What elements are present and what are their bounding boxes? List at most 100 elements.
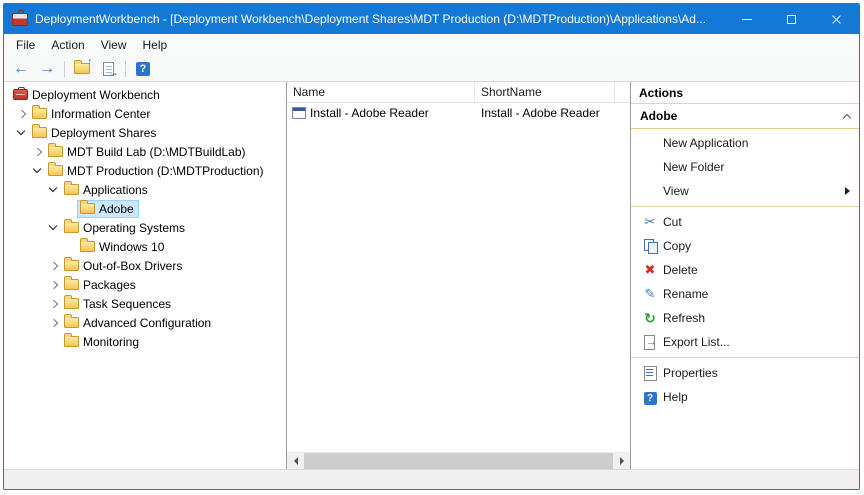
cut-icon bbox=[640, 214, 660, 230]
menu-item-view[interactable]: View bbox=[93, 34, 135, 56]
toolbar: ←→ bbox=[4, 56, 859, 82]
tree-expanded-arrow-icon[interactable] bbox=[14, 125, 29, 140]
horizontal-scrollbar[interactable] bbox=[287, 452, 630, 469]
tree-item-content: Packages bbox=[61, 276, 141, 294]
menu-item-file[interactable]: File bbox=[8, 34, 43, 56]
action-copy[interactable]: Copy bbox=[631, 234, 859, 258]
column-header-name[interactable]: Name bbox=[287, 82, 475, 102]
folder-icon bbox=[64, 317, 79, 328]
help-button[interactable] bbox=[131, 58, 155, 80]
tree-item-label: MDT Production (D:\MDTProduction) bbox=[67, 164, 264, 178]
tree-item-mdt-production-d-mdtproduction[interactable]: MDT Production (D:\MDTProduction) bbox=[4, 161, 286, 180]
help-icon bbox=[640, 389, 660, 405]
tree-item-operating-systems[interactable]: Operating Systems bbox=[4, 218, 286, 237]
tree-item-content: Task Sequences bbox=[61, 295, 176, 313]
action-item-label: Export List... bbox=[663, 335, 730, 349]
tree-indent-spacer bbox=[62, 201, 77, 216]
column-header-shortname[interactable]: ShortName bbox=[475, 82, 615, 102]
action-rename[interactable]: Rename bbox=[631, 282, 859, 306]
tree-item-label: Applications bbox=[83, 183, 148, 197]
action-item-label: New Application bbox=[663, 136, 748, 150]
tree-item-information-center[interactable]: Information Center bbox=[4, 104, 286, 123]
export-icon bbox=[640, 334, 660, 350]
tree-collapsed-arrow-icon[interactable] bbox=[46, 315, 61, 330]
action-view[interactable]: View bbox=[631, 179, 859, 203]
tree-collapsed-arrow-icon[interactable] bbox=[46, 296, 61, 311]
folder-icon bbox=[32, 127, 47, 138]
icon-spacer bbox=[640, 159, 660, 175]
tree-item-adobe[interactable]: Adobe bbox=[4, 199, 286, 218]
tree-item-content: Deployment Workbench bbox=[10, 86, 165, 104]
folder-icon bbox=[48, 165, 63, 176]
scroll-right-button[interactable] bbox=[613, 453, 630, 469]
collapse-chevron-icon[interactable] bbox=[843, 113, 851, 121]
action-new-folder[interactable]: New Folder bbox=[631, 155, 859, 179]
toolbar-separator bbox=[64, 61, 65, 77]
actions-separator bbox=[631, 357, 859, 358]
tree-expanded-arrow-icon[interactable] bbox=[46, 220, 61, 235]
list-row-install-adobe-reader[interactable]: Install - Adobe ReaderInstall - Adobe Re… bbox=[287, 103, 630, 122]
back-button[interactable]: ← bbox=[9, 58, 33, 80]
tree-item-content: Monitoring bbox=[61, 333, 144, 351]
action-properties[interactable]: Properties bbox=[631, 361, 859, 385]
list-body: Install - Adobe ReaderInstall - Adobe Re… bbox=[287, 103, 630, 452]
folder-icon bbox=[64, 336, 79, 347]
tree-item-content: Operating Systems bbox=[61, 219, 190, 237]
tree-item-windows-10[interactable]: Windows 10 bbox=[4, 237, 286, 256]
menu-item-action[interactable]: Action bbox=[43, 34, 92, 56]
properties-icon bbox=[640, 365, 660, 381]
action-help[interactable]: Help bbox=[631, 385, 859, 409]
tree-item-deployment-workbench[interactable]: Deployment Workbench bbox=[4, 85, 286, 104]
forward-button[interactable]: → bbox=[35, 58, 59, 80]
tree-item-label: Advanced Configuration bbox=[83, 316, 211, 330]
action-delete[interactable]: Delete bbox=[631, 258, 859, 282]
tree-item-label: Packages bbox=[83, 278, 136, 292]
tree-item-monitoring[interactable]: Monitoring bbox=[4, 332, 286, 351]
scroll-left-button[interactable] bbox=[287, 453, 304, 469]
tree-item-deployment-shares[interactable]: Deployment Shares bbox=[4, 123, 286, 142]
tree-collapsed-arrow-icon[interactable] bbox=[14, 106, 29, 121]
action-item-label: Copy bbox=[663, 239, 691, 253]
copy-icon bbox=[640, 238, 660, 254]
action-item-label: Delete bbox=[663, 263, 698, 277]
action-item-label: Cut bbox=[663, 215, 682, 229]
tree-indent-spacer bbox=[62, 239, 77, 254]
action-new-application[interactable]: New Application bbox=[631, 131, 859, 155]
up-one-level-icon bbox=[74, 63, 90, 74]
tree-item-packages[interactable]: Packages bbox=[4, 275, 286, 294]
tree-expanded-arrow-icon[interactable] bbox=[30, 163, 45, 178]
export-list-button[interactable] bbox=[96, 58, 120, 80]
titlebar[interactable]: DeploymentWorkbench - [Deployment Workbe… bbox=[4, 4, 859, 34]
tree-item-mdt-build-lab-d-mdtbuildlab[interactable]: MDT Build Lab (D:\MDTBuildLab) bbox=[4, 142, 286, 161]
tree-item-label: Deployment Workbench bbox=[32, 88, 160, 102]
tree-collapsed-arrow-icon[interactable] bbox=[30, 144, 45, 159]
action-cut[interactable]: Cut bbox=[631, 210, 859, 234]
close-button[interactable] bbox=[814, 4, 859, 34]
tree-item-content: Deployment Shares bbox=[29, 124, 161, 142]
tree-item-advanced-configuration[interactable]: Advanced Configuration bbox=[4, 313, 286, 332]
scrollbar-thumb[interactable] bbox=[304, 453, 613, 469]
tree-item-label: Task Sequences bbox=[83, 297, 171, 311]
action-item-label: View bbox=[663, 184, 689, 198]
tree-collapsed-arrow-icon[interactable] bbox=[46, 258, 61, 273]
actions-separator bbox=[631, 206, 859, 207]
actions-group-header[interactable]: Adobe bbox=[631, 104, 859, 129]
tree-item-out-of-box-drivers[interactable]: Out-of-Box Drivers bbox=[4, 256, 286, 275]
action-item-label: Properties bbox=[663, 366, 718, 380]
tree-expanded-arrow-icon[interactable] bbox=[46, 182, 61, 197]
tree-item-content: Advanced Configuration bbox=[61, 314, 216, 332]
delete-icon bbox=[640, 262, 660, 278]
actions-group-label: Adobe bbox=[640, 109, 677, 123]
tree-collapsed-arrow-icon[interactable] bbox=[46, 277, 61, 292]
minimize-button[interactable] bbox=[724, 4, 769, 34]
up-one-level-button[interactable] bbox=[70, 58, 94, 80]
app-icon bbox=[12, 13, 28, 26]
back-icon: ← bbox=[13, 61, 29, 77]
action-refresh[interactable]: Refresh bbox=[631, 306, 859, 330]
menu-item-help[interactable]: Help bbox=[135, 34, 176, 56]
maximize-button[interactable] bbox=[769, 4, 814, 34]
action-export-list[interactable]: Export List... bbox=[631, 330, 859, 354]
tree-item-applications[interactable]: Applications bbox=[4, 180, 286, 199]
tree-item-task-sequences[interactable]: Task Sequences bbox=[4, 294, 286, 313]
folder-icon bbox=[80, 241, 95, 252]
